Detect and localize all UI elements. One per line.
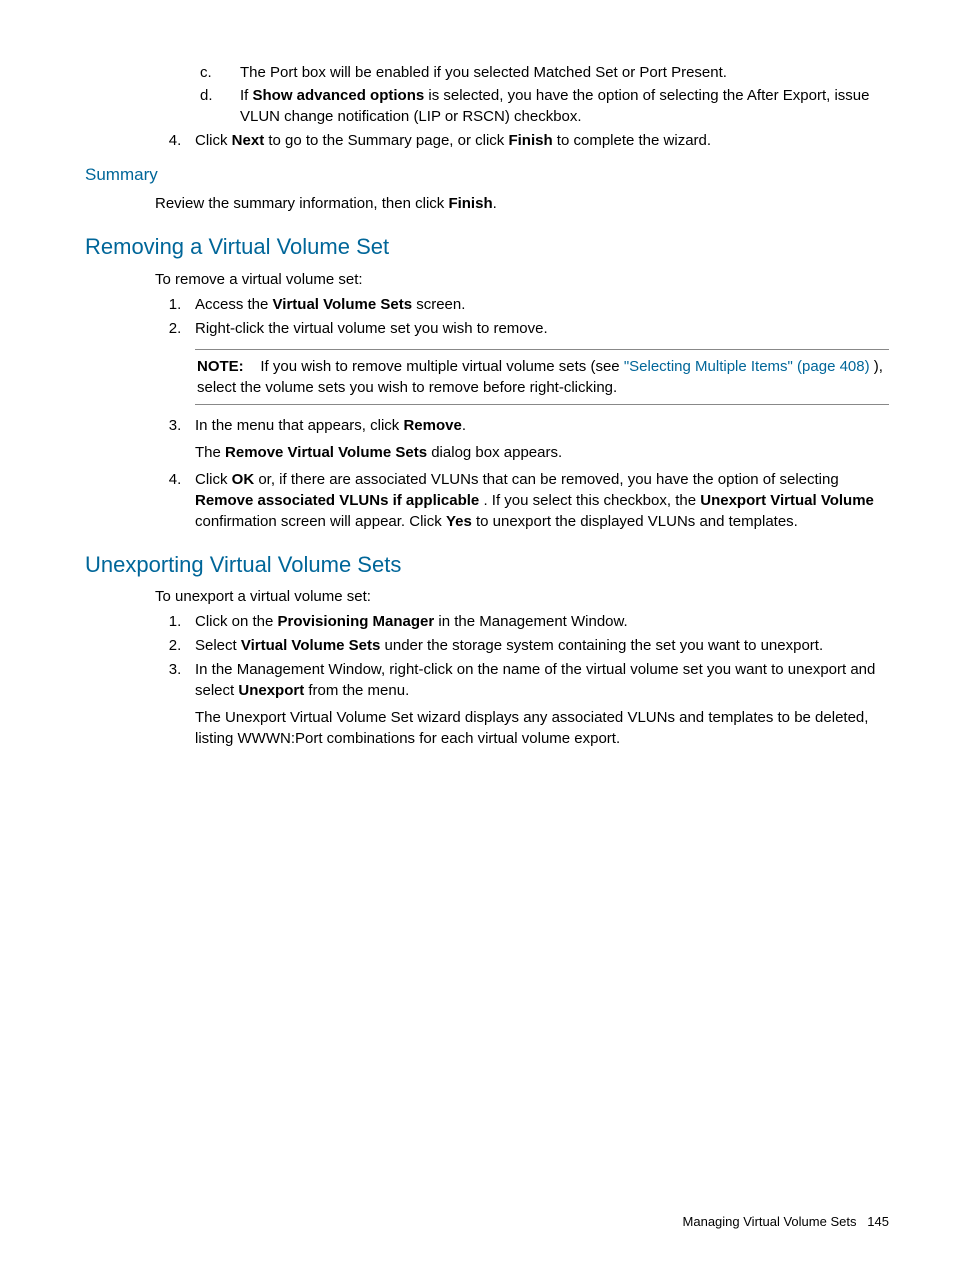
removing-step-2: 2. Right-click the virtual volume set yo… xyxy=(155,318,889,339)
r1-marker: 1. xyxy=(155,294,195,315)
footer: Managing Virtual Volume Sets 145 xyxy=(683,1213,889,1231)
r4-b4: Yes xyxy=(446,513,472,530)
r4-mid2: . If you select this checkbox, the xyxy=(479,492,700,509)
u2-pre: Select xyxy=(195,637,241,654)
r4-mid1: or, if there are associated VLUNs that c… xyxy=(254,471,839,488)
r4-b1: OK xyxy=(232,471,255,488)
r2-marker: 2. xyxy=(155,318,195,339)
footer-text: Managing Virtual Volume Sets xyxy=(683,1214,857,1229)
d-bold: Show advanced options xyxy=(253,87,425,104)
heading-summary: Summary xyxy=(85,163,889,187)
r4-pre: Click xyxy=(195,471,232,488)
unexporting-step-3: 3. In the Management Window, right-click… xyxy=(155,659,889,701)
footer-page: 145 xyxy=(867,1214,889,1229)
r1-text: Access the Virtual Volume Sets screen. xyxy=(195,294,889,315)
list-item-4: 4. Click Next to go to the Summary page,… xyxy=(155,130,889,151)
r4-marker: 4. xyxy=(155,469,195,532)
marker-4: 4. xyxy=(155,130,195,151)
list-item-d: d. If Show advanced options is selected,… xyxy=(190,85,889,127)
u2-post: under the storage system containing the … xyxy=(380,637,823,654)
u2-marker: 2. xyxy=(155,635,195,656)
text-d: If Show advanced options is selected, yo… xyxy=(240,85,889,127)
note-pre: If you wish to remove multiple virtual v… xyxy=(260,358,623,375)
r3-sub-pre: The xyxy=(195,444,225,461)
r4-b3: Unexport Virtual Volume xyxy=(700,492,874,509)
marker-c: c. xyxy=(190,62,240,83)
r3-pre: In the menu that appears, click xyxy=(195,417,403,434)
r3-post: . xyxy=(462,417,466,434)
d-pre: If xyxy=(240,87,253,104)
r3-sub: The Remove Virtual Volume Sets dialog bo… xyxy=(195,442,889,463)
note-label: NOTE: xyxy=(197,358,244,375)
r3-sub-post: dialog box appears. xyxy=(427,444,562,461)
r4-mid3: confirmation screen will appear. Click xyxy=(195,513,446,530)
u2-bold: Virtual Volume Sets xyxy=(241,637,381,654)
u1-post: in the Management Window. xyxy=(434,613,627,630)
unexporting-steps: 1. Click on the Provisioning Manager in … xyxy=(155,611,889,749)
page: c. The Port box will be enabled if you s… xyxy=(0,0,954,1271)
n4-post: to complete the wizard. xyxy=(553,132,711,149)
u1-text: Click on the Provisioning Manager in the… xyxy=(195,611,889,632)
r2-text: Right-click the virtual volume set you w… xyxy=(195,318,889,339)
heading-unexporting: Unexporting Virtual Volume Sets xyxy=(85,550,889,581)
top-lettered-list: c. The Port box will be enabled if you s… xyxy=(190,62,889,127)
u2-text: Select Virtual Volume Sets under the sto… xyxy=(195,635,889,656)
unexporting-step-2: 2. Select Virtual Volume Sets under the … xyxy=(155,635,889,656)
removing-step-3: 3. In the menu that appears, click Remov… xyxy=(155,415,889,436)
r3-sub-bold: Remove Virtual Volume Sets xyxy=(225,444,427,461)
u3-bold: Unexport xyxy=(238,682,304,699)
summary-text: Review the summary information, then cli… xyxy=(155,193,889,214)
summary-pre: Review the summary information, then cli… xyxy=(155,195,448,212)
heading-removing: Removing a Virtual Volume Set xyxy=(85,232,889,263)
summary-bold: Finish xyxy=(448,195,492,212)
removing-step-1: 1. Access the Virtual Volume Sets screen… xyxy=(155,294,889,315)
n4-b1: Next xyxy=(232,132,265,149)
removing-steps: 1. Access the Virtual Volume Sets screen… xyxy=(155,294,889,532)
u1-pre: Click on the xyxy=(195,613,278,630)
removing-intro: To remove a virtual volume set: xyxy=(155,269,889,290)
n4-pre: Click xyxy=(195,132,232,149)
summary-post: . xyxy=(493,195,497,212)
r1-post: screen. xyxy=(412,296,465,313)
top-numbered: 4. Click Next to go to the Summary page,… xyxy=(155,130,889,151)
note-box: NOTE: If you wish to remove multiple vir… xyxy=(195,349,889,405)
u3-text: In the Management Window, right-click on… xyxy=(195,659,889,701)
u1-marker: 1. xyxy=(155,611,195,632)
r3-marker: 3. xyxy=(155,415,195,436)
u3-post: from the menu. xyxy=(304,682,409,699)
text-4: Click Next to go to the Summary page, or… xyxy=(195,130,889,151)
n4-mid: to go to the Summary page, or click xyxy=(264,132,508,149)
r1-pre: Access the xyxy=(195,296,273,313)
r4-b2: Remove associated VLUNs if applicable xyxy=(195,492,479,509)
list-item-c: c. The Port box will be enabled if you s… xyxy=(190,62,889,83)
note-link[interactable]: "Selecting Multiple Items" (page 408) xyxy=(624,358,870,375)
removing-step-4: 4. Click OK or, if there are associated … xyxy=(155,469,889,532)
r1-bold: Virtual Volume Sets xyxy=(273,296,413,313)
u1-bold: Provisioning Manager xyxy=(278,613,435,630)
unexporting-step-1: 1. Click on the Provisioning Manager in … xyxy=(155,611,889,632)
u3-marker: 3. xyxy=(155,659,195,701)
r4-post: to unexport the displayed VLUNs and temp… xyxy=(472,513,798,530)
n4-b2: Finish xyxy=(508,132,552,149)
marker-d: d. xyxy=(190,85,240,127)
r3-text: In the menu that appears, click Remove. xyxy=(195,415,889,436)
unexporting-intro: To unexport a virtual volume set: xyxy=(155,586,889,607)
text-c: The Port box will be enabled if you sele… xyxy=(240,62,889,83)
r3-bold: Remove xyxy=(403,417,461,434)
r4-text: Click OK or, if there are associated VLU… xyxy=(195,469,889,532)
u3-sub: The Unexport Virtual Volume Set wizard d… xyxy=(195,707,889,749)
